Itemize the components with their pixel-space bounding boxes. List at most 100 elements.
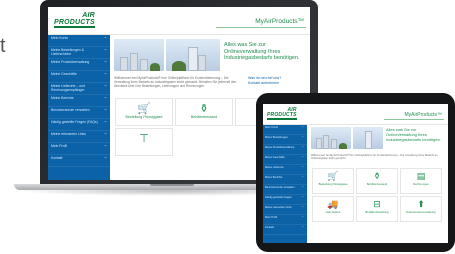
contact-link[interactable]: Kontakt aufnehmen [248,81,298,86]
tablet-sidebar-item[interactable]: Meine Berichte ⌄ [263,174,307,185]
hero-photo [311,127,351,149]
laptop-tile[interactable]: ⚱ Behälterbestand [175,98,233,126]
tablet-tile[interactable]: ⬆ Dokumentenverwaltung [400,196,442,222]
tablet-hero-text: Alles was Sie zur Onlineverwaltung Ihres… [386,127,441,142]
logo-bottom-text: PRODUCTS [54,19,95,28]
sidebar-item-label: Meine Bestellungen [265,136,288,139]
tablet-screen: AIR PRODUCTS MyAirProducts™ Mein Konto ⌄ M… [263,104,448,243]
laptop-sidebar-item[interactable]: Benutzeranrufe verwalten ⌄ [48,107,110,119]
sidebar-item-label: Meine Produktverwaltung [265,146,295,149]
tablet-sidebar-item[interactable]: Meine Lieferorte ⌄ [263,164,307,175]
chevron-down-icon: ⌄ [301,214,304,218]
tablet-sidebar-item[interactable]: Meine relevanten Links ⌄ [263,204,307,215]
chevron-down-icon: ⌄ [103,154,107,159]
sidebar-item-label: Meine Lieferorte [265,166,284,169]
tablet-sidebar-item[interactable]: Benutzeranrufe verwalten ⌄ [263,184,307,195]
tablet-sidebar-item[interactable]: Meine Produktverwaltung ⌄ [263,144,307,155]
tile-label: Bestellung Flüssiggase [318,182,348,186]
chevron-down-icon: ⌄ [301,134,304,138]
tablet-header: AIR PRODUCTS MyAirProducts™ [263,104,448,125]
tablet-tile[interactable]: ⚱ Behälterbestand [356,168,398,194]
sidebar-item-label: Meine relevanten Links [265,206,292,209]
tablet-sidebar-item[interactable]: Kontakt ⌄ [263,224,307,235]
laptop-sidebar-item[interactable]: Meine Bestellungen & Lieferscheine ⌄ [48,47,110,59]
sidebar-item-label: Häufig gestellte Fragen (FAQs) [51,120,98,124]
chevron-down-icon: ⌄ [301,154,304,158]
tablet-sidebar-item[interactable]: Mein Profil ⌄ [263,214,307,225]
laptop-sidebar-item[interactable]: Meine Geschäfte ⌄ [48,71,110,83]
laptop-sidebar: Mein Konto ⌄ Meine Bestellungen & Liefersc… [48,35,110,180]
sidebar-item-label: Häufig gestellte Fragen [265,196,292,199]
laptop-tile[interactable]: ⊤ [115,128,173,156]
laptop-sidebar-item[interactable]: Häufig gestellte Fragen (FAQs) ⌄ [48,119,110,131]
laptop-notch [150,184,194,186]
sidebar-item-label: Mein Profil [265,216,278,219]
logo-top-text: AIR [82,12,95,19]
chevron-down-icon: ⌄ [103,142,107,147]
tablet-tile[interactable]: 🛒 Bestellung Flüssiggase [312,168,354,194]
tablet-intro-paragraph: Willkommen bei MyAirProducts® Ihre Onlin… [311,154,438,161]
chevron-down-icon: ⌄ [301,124,304,128]
sidebar-item-label: Mein Profil [51,144,68,148]
tablet-tile[interactable]: 🚚 Lieferstatus [312,196,354,222]
tile-label: Behälterbestand [366,182,388,186]
laptop-sidebar-item[interactable]: Meine Produktverwaltung ⌄ [48,59,110,71]
chevron-down-icon: ⌄ [301,144,304,148]
laptop-sidebar-item[interactable]: Meine Berichte ⌄ [48,95,110,107]
sidebar-item-label: Meine Berichte [51,96,74,100]
sidebar-item-label: Meine Lieferorte – und Rechnungsempfänge… [51,84,85,92]
sidebar-item-label: Meine Geschäfte [265,156,285,159]
partial-heading-text: t [0,36,6,56]
tablet-sidebar-item[interactable]: Meine Bestellungen ⌄ [263,134,307,145]
hero-photo-2 [353,127,383,149]
tablet-tile-grid: 🛒 Bestellung Flüssiggase ⚱ Behälterbestand ▤… [311,167,447,223]
tile-icon: ⚱ [199,102,209,115]
tablet-hero: Alles was Sie zur Onlineverwaltung Ihres… [311,127,448,151]
tile-label: Dokumentenverwaltung [406,210,436,214]
laptop-logo[interactable]: AIR PRODUCTS [54,12,95,28]
laptop-header: AIR PRODUCTS MyAirProducts™ [48,7,310,35]
sidebar-item-label: Mein Konto [265,126,279,129]
tablet-tile[interactable]: ▤ Rechnungen [400,168,442,194]
brand-underline [216,27,306,28]
chevron-down-icon: ⌄ [301,174,304,178]
laptop-sidebar-item[interactable]: Mein Profil ⌄ [48,143,110,155]
chevron-down-icon: ⌄ [103,130,107,135]
hero-photo-left [114,39,164,71]
chevron-down-icon: ⌄ [301,184,304,188]
chevron-down-icon: ⌄ [103,70,107,75]
chevron-down-icon: ⌄ [103,46,107,51]
sidebar-item-label: Mein Konto [51,36,69,40]
sidebar-item-label: Kontakt [51,156,63,160]
laptop-sidebar-item[interactable]: Meine Lieferorte – und Rechnungsempfänge… [48,83,110,95]
chevron-down-icon: ⌄ [301,194,304,198]
tablet-sidebar-item[interactable]: Häufig gestellte Fragen ⌄ [263,194,307,205]
sidebar-item-label: Kontakt [265,226,274,229]
tablet-tile[interactable]: ⊟ Behälterbestellung [356,196,398,222]
tablet-sidebar-item[interactable]: Meine Geschäfte ⌄ [263,154,307,165]
tablet-sidebar-item[interactable]: Mein Konto ⌄ [263,124,307,135]
tablet-brand-title: MyAirProducts™ [404,112,442,118]
tile-icon: 🛒 [137,102,151,115]
tile-label: Rechnungen [413,182,429,186]
laptop-sidebar-item[interactable]: Meine relevanten Links ⌄ [48,131,110,143]
tablet-content: Alles was Sie zur Onlineverwaltung Ihres… [311,127,448,243]
laptop-intro-paragraph: Willkommen bei MyAirProducts® Ihre Onlin… [114,76,237,89]
laptop-sidebar-item[interactable]: Mein Konto ⌄ [48,35,110,47]
tile-label: Behälterbestand [190,115,218,119]
tile-label: Lieferstatus [325,210,341,214]
tablet-website: AIR PRODUCTS MyAirProducts™ Mein Konto ⌄ M… [263,104,448,243]
laptop-sidebar-item[interactable]: Kontakt ⌄ [48,155,110,167]
chevron-down-icon: ⌄ [103,106,107,111]
laptop-tile[interactable]: 🛒 Bestellung Flüssiggase [115,98,173,126]
tile-label: Bestellung Flüssiggase [125,115,163,119]
chevron-down-icon: ⌄ [103,118,107,123]
tablet-logo[interactable]: AIR PRODUCTS [267,108,297,120]
brand-underline [384,119,444,120]
tile-icon: ⊤ [139,132,149,145]
chevron-down-icon: ⌄ [103,94,107,99]
chevron-down-icon: ⌄ [103,82,107,87]
sidebar-item-label: Meine Bestellungen & Lieferscheine [51,48,84,56]
sidebar-item-label: Meine Berichte [265,176,283,179]
laptop-hero-text: Alles was Sie zur Onlineverwaltung Ihres… [224,42,300,61]
